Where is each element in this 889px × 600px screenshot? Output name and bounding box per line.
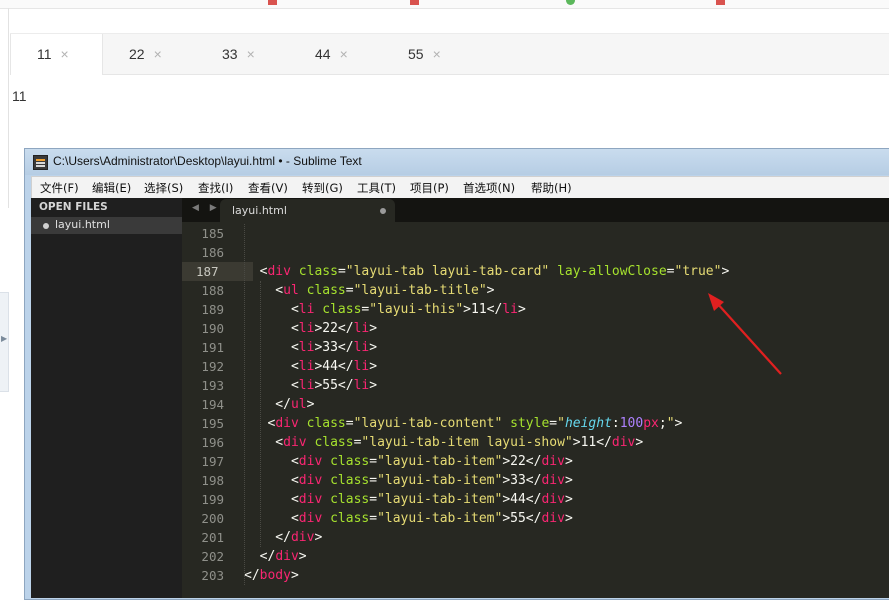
annotation-layer [708,293,782,375]
red-arrow-icon [708,293,782,375]
